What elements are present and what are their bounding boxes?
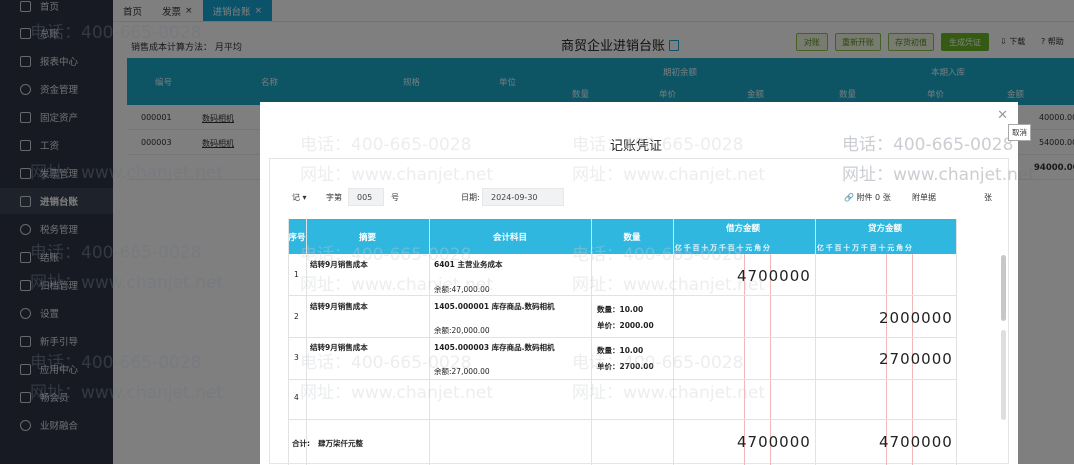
date-label: 日期: bbox=[461, 193, 480, 202]
line-account[interactable]: 6401 主营业务成本 bbox=[434, 259, 503, 270]
line-seq: 3 bbox=[294, 353, 299, 362]
digit-label: 百 bbox=[692, 244, 700, 252]
digit-label: 千 bbox=[860, 244, 868, 252]
digit-label: 万 bbox=[852, 244, 860, 252]
col-account: 会计科目 bbox=[492, 232, 527, 243]
line-price: 单价：2000.00 bbox=[597, 321, 654, 330]
digit-label: 十 bbox=[843, 244, 851, 252]
voucher-table-header: 序号 摘要 会计科目 数量 借方金额 贷方金额 亿千百十万千百十元角分 亿千百十… bbox=[288, 219, 956, 254]
voucher-number-suffix: 号 bbox=[391, 193, 399, 202]
col-seq: 序号 bbox=[288, 232, 306, 243]
line-summary[interactable]: 结转9月销售成本 bbox=[310, 342, 368, 353]
paperclip-icon: 🔗 bbox=[844, 193, 854, 202]
voucher-form: 记 ▾ 字第 005 号 日期: 2024-09-30 🔗 附件 0 张 附单据… bbox=[269, 158, 1009, 465]
line-account[interactable]: 1405.000001 库存商品.数码相机 bbox=[434, 301, 555, 312]
digit-label: 千 bbox=[718, 244, 726, 252]
close-icon[interactable]: ✕ bbox=[997, 108, 1008, 123]
credit-digit-scale: 亿千百十万千百十元角分 bbox=[816, 243, 913, 253]
divider bbox=[429, 219, 430, 465]
col-credit: 贷方金额 bbox=[867, 224, 902, 234]
divider bbox=[956, 219, 957, 465]
chevron-down-icon: ▾ bbox=[302, 193, 307, 202]
digit-label: 亿 bbox=[674, 244, 682, 252]
total-label: 合计: bbox=[292, 439, 310, 448]
digit-label: 分 bbox=[762, 244, 770, 252]
line-price: 单价：2700.00 bbox=[597, 362, 654, 371]
line-debit[interactable]: 4700000 bbox=[737, 267, 811, 285]
col-debit: 借方金额 bbox=[725, 224, 760, 234]
doc-count-label: 附单据 bbox=[912, 193, 936, 202]
line-seq: 4 bbox=[294, 393, 299, 402]
digit-label: 千 bbox=[825, 244, 833, 252]
digit-label: 角 bbox=[754, 244, 762, 252]
line-balance: 余额:27,000.00 bbox=[434, 367, 490, 376]
dialog-title: 记账凭证 bbox=[610, 139, 663, 154]
scrollbar-track bbox=[1001, 330, 1006, 420]
total-credit: 4700000 bbox=[879, 433, 953, 451]
total-in-words: 肆万柒仟元整 bbox=[318, 439, 363, 448]
digit-label: 元 bbox=[745, 244, 753, 252]
debit-digit-scale: 亿千百十万千百十元角分 bbox=[674, 243, 771, 253]
divider bbox=[306, 219, 307, 465]
divider bbox=[288, 295, 956, 296]
digit-label: 万 bbox=[710, 244, 718, 252]
line-qty: 数量：10.00 bbox=[597, 305, 644, 314]
col-summary: 摘要 bbox=[358, 232, 376, 243]
divider bbox=[288, 219, 289, 465]
line-seq: 2 bbox=[294, 312, 299, 321]
scrollbar[interactable] bbox=[1001, 255, 1006, 321]
line-seq: 1 bbox=[294, 270, 299, 279]
line-qty: 数量：10.00 bbox=[597, 346, 644, 355]
divider bbox=[288, 419, 956, 420]
digit-label: 十 bbox=[736, 244, 744, 252]
digit-label: 百 bbox=[834, 244, 842, 252]
digit-label: 角 bbox=[896, 244, 904, 252]
line-account[interactable]: 1405.000003 库存商品.数码相机 bbox=[434, 342, 555, 353]
digit-label: 百 bbox=[869, 244, 877, 252]
cancel-tooltip: 取消 bbox=[1008, 124, 1031, 141]
digit-label: 分 bbox=[904, 244, 912, 252]
attachment-label: 附件 0 张 bbox=[856, 193, 891, 202]
divider bbox=[591, 219, 592, 465]
line-credit[interactable]: 2000000 bbox=[879, 309, 953, 327]
digit-label: 元 bbox=[887, 244, 895, 252]
digit-label: 百 bbox=[727, 244, 735, 252]
attachment-link[interactable]: 🔗 附件 0 张 bbox=[844, 192, 891, 203]
voucher-word: 记 bbox=[292, 193, 300, 202]
line-credit[interactable]: 2700000 bbox=[879, 350, 953, 368]
doc-count-unit: 张 bbox=[984, 193, 992, 202]
divider bbox=[673, 219, 674, 465]
voucher-word-label: 字第 bbox=[326, 193, 342, 202]
line-summary[interactable]: 结转9月销售成本 bbox=[310, 259, 368, 270]
digit-label: 千 bbox=[683, 244, 691, 252]
line-balance: 余额:47,000.00 bbox=[434, 285, 490, 294]
divider bbox=[288, 379, 956, 380]
divider bbox=[815, 219, 816, 465]
col-qty: 数量 bbox=[623, 232, 641, 243]
digit-label: 亿 bbox=[816, 244, 824, 252]
divider bbox=[288, 337, 956, 338]
total-debit: 4700000 bbox=[737, 433, 811, 451]
digit-label: 十 bbox=[878, 244, 886, 252]
voucher-word-select[interactable]: 记 ▾ bbox=[292, 192, 307, 203]
voucher-dialog: 记账凭证 ✕ 记 ▾ 字第 005 号 日期: 2024-09-30 🔗 附件 … bbox=[260, 102, 1018, 465]
line-summary[interactable]: 结转9月销售成本 bbox=[310, 301, 368, 312]
date-input[interactable]: 2024-09-30 bbox=[482, 188, 564, 206]
voucher-number-input[interactable]: 005 bbox=[348, 188, 384, 206]
line-balance: 余额:20,000.00 bbox=[434, 326, 490, 335]
digit-label: 十 bbox=[701, 244, 709, 252]
